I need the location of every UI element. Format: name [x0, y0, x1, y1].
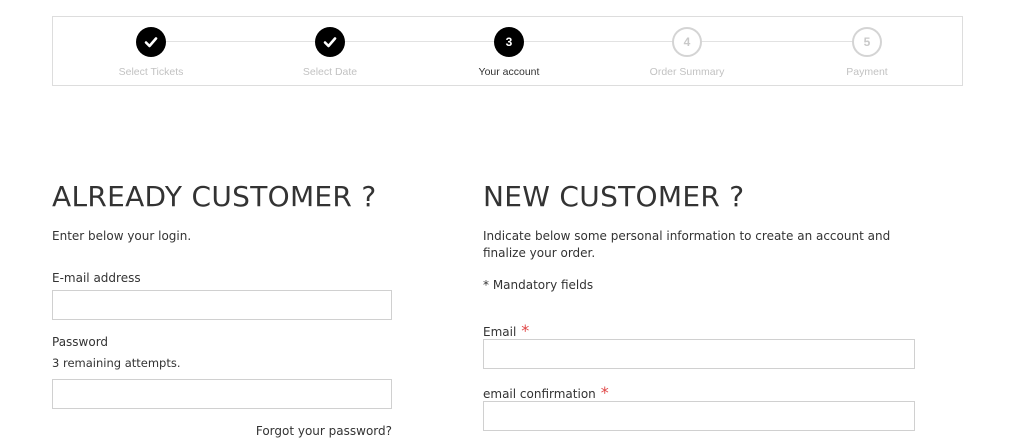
register-title: NEW CUSTOMER ?	[483, 180, 745, 213]
step-label: Select Tickets	[118, 66, 184, 78]
step-done-circle	[315, 27, 345, 57]
email-confirmation-label: email confirmation	[483, 387, 596, 401]
step-todo-circle: 4	[672, 27, 702, 57]
step-order-summary: 4 Order Summary	[617, 27, 757, 78]
step-label: Select Date	[302, 66, 358, 78]
login-email-input[interactable]	[52, 290, 392, 320]
step-payment: 5 Payment	[797, 27, 937, 78]
step-todo-circle: 5	[852, 27, 882, 57]
password-attempts-text: 3 remaining attempts.	[52, 356, 181, 370]
step-your-account: 3 Your account	[439, 27, 579, 78]
step-label: Your account	[478, 66, 540, 78]
step-label: Payment	[846, 66, 888, 78]
check-icon	[323, 37, 337, 48]
step-active-circle: 3	[494, 27, 524, 57]
step-number: 5	[863, 35, 871, 49]
step-number: 4	[683, 35, 691, 49]
login-password-input[interactable]	[52, 379, 392, 409]
email-label: E-mail address	[52, 271, 141, 285]
login-intro: Enter below your login.	[52, 229, 192, 243]
required-marker: *	[600, 383, 609, 402]
login-title: ALREADY CUSTOMER ?	[52, 180, 377, 213]
register-section: NEW CUSTOMER ? Indicate below some perso…	[483, 178, 915, 431]
mandatory-fields-note: * Mandatory fields	[483, 278, 594, 292]
check-icon	[144, 37, 158, 48]
password-label: Password	[52, 335, 109, 349]
step-select-date[interactable]: Select Date	[260, 27, 400, 78]
login-section: ALREADY CUSTOMER ? Enter below your logi…	[52, 178, 394, 438]
email-confirmation-input[interactable]	[483, 401, 915, 431]
register-intro: Indicate below some personal information…	[483, 229, 891, 260]
register-email-input[interactable]	[483, 339, 915, 369]
step-label: Order Summary	[649, 66, 725, 78]
register-email-label: Email	[483, 325, 517, 339]
step-done-circle	[136, 27, 166, 57]
required-marker: *	[521, 321, 530, 340]
step-select-tickets[interactable]: Select Tickets	[81, 27, 221, 78]
checkout-stepper: Select Tickets Select Date 3 Your accoun…	[52, 16, 963, 86]
forgot-password-link[interactable]: Forgot your password?	[256, 424, 392, 438]
step-number: 3	[505, 35, 513, 49]
